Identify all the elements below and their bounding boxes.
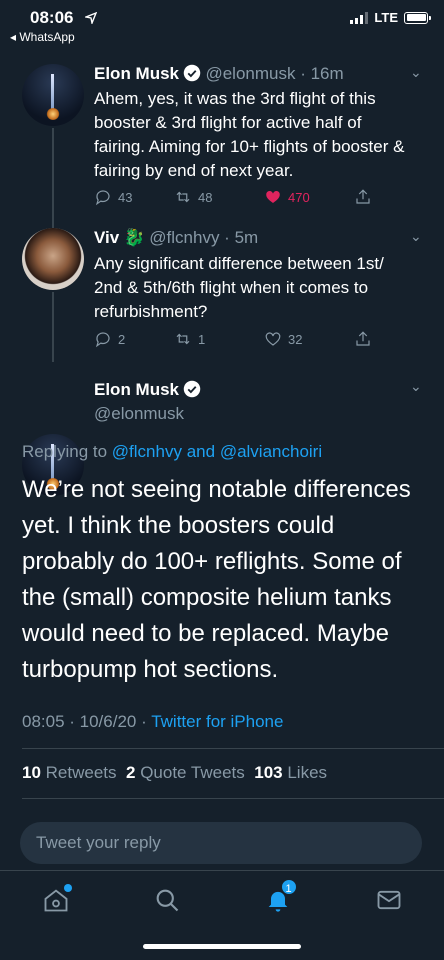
chevron-down-icon[interactable]: ⌄ (410, 378, 422, 395)
heart-filled-icon (266, 190, 280, 203)
thread-line (52, 128, 54, 228)
chevron-down-icon[interactable]: ⌄ (410, 228, 422, 245)
source-link[interactable]: Twitter for iPhone (151, 712, 283, 731)
retweet-count: 1 (198, 331, 206, 347)
heart-icon (265, 332, 281, 346)
author-handle: @elonmusk · 16m (205, 64, 344, 83)
reply-count: 2 (118, 331, 126, 347)
tweet-text: Ahem, yes, it was the 3rd flight of this… (94, 89, 405, 180)
avatar[interactable] (22, 64, 84, 126)
replying-to: Replying to @flcnhvy and @alvianchoiri (22, 442, 322, 462)
author-name[interactable]: Viv (94, 228, 119, 247)
retweet-icon (176, 333, 190, 345)
like-count: 32 (288, 331, 303, 347)
retweet-button[interactable]: 1 (174, 330, 264, 348)
author-handle: @flcnhvy · 5m (149, 228, 259, 247)
divider (22, 798, 444, 799)
reply-icon (95, 332, 110, 348)
divider (22, 748, 444, 749)
share-button[interactable] (354, 330, 372, 348)
back-to-whatsapp[interactable]: ◂ WhatsApp (10, 30, 75, 44)
search-icon (156, 889, 178, 912)
author-handle: @elonmusk (94, 404, 185, 423)
like-count: 470 (288, 189, 310, 205)
main-tweet-author: Elon Musk (94, 380, 201, 400)
verified-icon (183, 380, 201, 398)
mention-link[interactable]: @alvianchoiri (220, 442, 322, 461)
location-arrow-icon (85, 12, 97, 24)
tab-notifications[interactable]: 1 (264, 878, 298, 914)
main-tweet-text: We’re not seeing notable differences yet… (22, 476, 411, 683)
tweet-text: Any significant difference between 1st/ … (94, 254, 384, 321)
retweets-stat[interactable]: 10 Retweets (22, 763, 117, 782)
avatar[interactable] (22, 228, 84, 290)
author-name[interactable]: Elon Musk (94, 380, 179, 399)
notification-badge: 1 (279, 878, 298, 896)
tweet-reply-input[interactable]: Tweet your reply (20, 822, 422, 864)
likes-stat[interactable]: 103 Likes (254, 763, 327, 782)
quotes-stat[interactable]: 2 Quote Tweets (126, 763, 245, 782)
engagement-stats: 10 Retweets 2 Quote Tweets 103 Likes (22, 763, 327, 783)
like-button[interactable]: 470 (264, 188, 354, 206)
retweet-count: 48 (198, 189, 213, 205)
reply-count: 43 (118, 189, 133, 205)
battery-icon (404, 11, 431, 24)
reply-button[interactable]: 2 (94, 330, 174, 348)
tweet-actions: 2 1 32 (94, 330, 414, 348)
tabbar-divider (0, 870, 444, 871)
tab-search[interactable] (153, 886, 181, 914)
tweet-header: Viv 🐉 @flcnhvy · 5m (94, 228, 258, 248)
chevron-down-icon[interactable]: ⌄ (410, 64, 422, 81)
share-icon (356, 189, 370, 204)
mail-icon (377, 890, 400, 910)
share-button[interactable] (354, 188, 372, 206)
network-label: LTE (374, 10, 398, 25)
author-name[interactable]: Elon Musk (94, 64, 179, 83)
replying-prefix: Replying to (22, 442, 108, 461)
home-indicator[interactable] (143, 944, 301, 949)
status-time: 08:06 (30, 8, 74, 27)
replying-and[interactable]: and (187, 442, 215, 461)
verified-icon (183, 64, 201, 82)
new-content-dot (63, 884, 72, 892)
thread-line (52, 292, 54, 362)
reply-button[interactable]: 43 (94, 188, 174, 206)
like-button[interactable]: 32 (264, 330, 354, 348)
dragon-emoji-icon: 🐉 (123, 228, 145, 247)
timestamp[interactable]: 08:05 · 10/6/20 · (22, 712, 147, 731)
tab-messages[interactable] (375, 886, 403, 914)
retweet-icon (176, 191, 190, 203)
share-icon (356, 331, 370, 346)
retweet-button[interactable]: 48 (174, 188, 264, 206)
tab-home[interactable] (42, 884, 72, 914)
status-right: LTE (350, 10, 431, 25)
reply-icon (95, 190, 110, 206)
tweet-header: Elon Musk @elonmusk · 16m (94, 64, 344, 84)
mention-link[interactable]: @flcnhvy (112, 442, 182, 461)
signal-icon (350, 11, 369, 24)
tab-bar: 1 (0, 872, 444, 928)
tweet-actions: 43 48 470 (94, 188, 414, 206)
tweet-meta: 08:05 · 10/6/20 · Twitter for iPhone (22, 712, 283, 732)
